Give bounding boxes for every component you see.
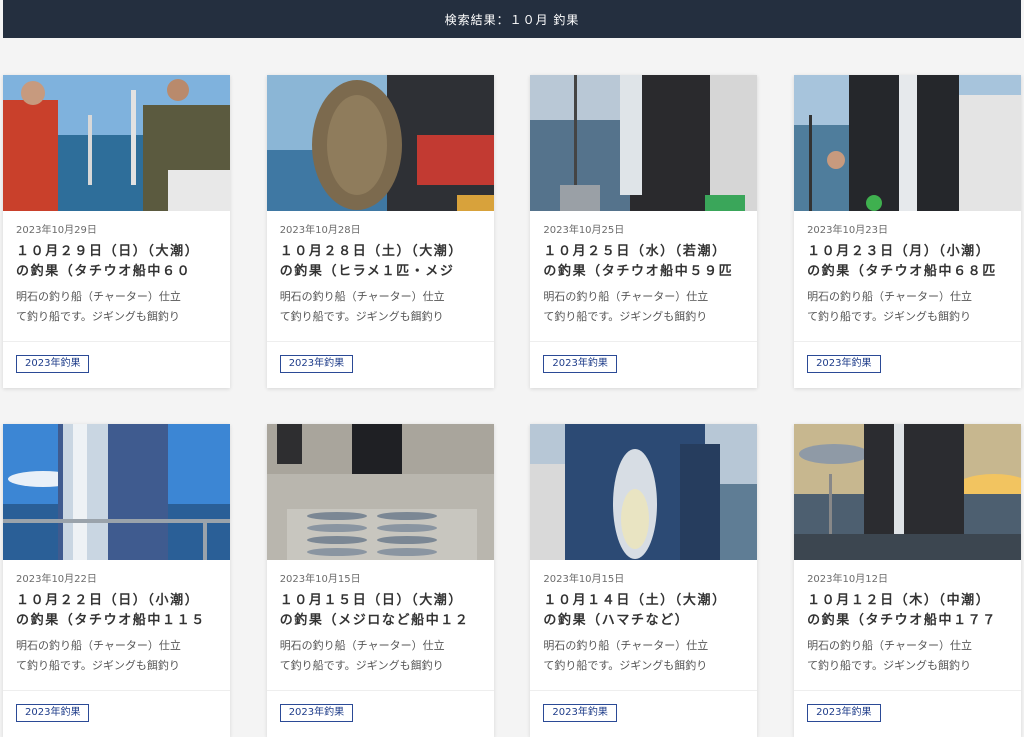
post-excerpt: 明石の釣り船（チャーター）仕立 て釣り船です。ジギングも餌釣り <box>280 287 481 327</box>
post-excerpt-line: て釣り船です。ジギングも餌釣り <box>279 310 444 323</box>
post-title-line[interactable]: １０月１４日（土）（大潮） <box>543 591 744 611</box>
post-thumbnail[interactable] <box>3 75 230 211</box>
post-title[interactable]: １０月２８日（土）（大潮） の釣果（ヒラメ１匹・メジ <box>280 242 481 282</box>
card-divider <box>530 690 758 691</box>
post-thumbnail[interactable] <box>530 424 758 560</box>
post-excerpt: 明石の釣り船（チャーター）仕立 て釣り船です。ジギングも餌釣り <box>16 287 217 327</box>
post-title-line[interactable]: の釣果（タチウオ船中５９匹 <box>543 262 744 282</box>
post-excerpt-line: て釣り船です。ジギングも餌釣り <box>807 310 971 323</box>
post-thumbnail[interactable] <box>530 75 758 211</box>
post-date: 2023年10月25日 <box>543 225 625 236</box>
post-excerpt: 明石の釣り船（チャーター）仕立 て釣り船です。ジギングも餌釣り <box>280 636 481 676</box>
post-card[interactable]: 2023年10月23日 １０月２３日（月）（小潮） の釣果（タチウオ船中６８匹 … <box>794 75 1022 388</box>
post-excerpt-line: て釣り船です。ジギングも餌釣り <box>543 310 708 323</box>
post-thumbnail[interactable] <box>266 75 494 211</box>
category-tag[interactable]: 2023年釣果 <box>16 704 90 722</box>
post-date: 2023年10月22日 <box>16 574 97 585</box>
post-title[interactable]: １０月１４日（土）（大潮） の釣果（ハマチなど） <box>543 591 744 631</box>
post-excerpt: 明石の釣り船（チャーター）仕立 て釣り船です。ジギングも餌釣り <box>807 636 1008 676</box>
post-excerpt: 明石の釣り船（チャーター）仕立 て釣り船です。ジギングも餌釣り <box>16 636 217 676</box>
category-tag[interactable]: 2023年釣果 <box>807 355 881 373</box>
post-card[interactable]: 2023年10月12日 １０月１２日（木）（中潮） の釣果（タチウオ船中１７７ … <box>794 424 1022 737</box>
card-divider <box>794 341 1022 342</box>
post-title-line[interactable]: の釣果（ヒラメ１匹・メジ <box>280 262 481 282</box>
post-excerpt: 明石の釣り船（チャーター）仕立 て釣り船です。ジギングも餌釣り <box>543 636 744 676</box>
card-divider <box>794 690 1022 691</box>
post-excerpt-line: 明石の釣り船（チャーター）仕立 <box>543 290 709 303</box>
post-excerpt-line: 明石の釣り船（チャーター）仕立 <box>807 639 972 652</box>
post-excerpt: 明石の釣り船（チャーター）仕立 て釣り船です。ジギングも餌釣り <box>543 287 744 327</box>
post-excerpt-line: 明石の釣り船（チャーター）仕立 <box>807 290 972 303</box>
post-title[interactable]: １０月１２日（木）（中潮） の釣果（タチウオ船中１７７ <box>807 591 1008 631</box>
post-thumbnail[interactable] <box>266 424 494 560</box>
post-date: 2023年10月15日 <box>279 574 361 585</box>
category-tag[interactable]: 2023年釣果 <box>543 355 617 373</box>
post-card[interactable]: 2023年10月15日 １０月１５日（日）（大潮） の釣果（メジロなど船中１２ … <box>266 424 494 737</box>
post-title-line[interactable]: の釣果（タチウオ船中１７７ <box>807 611 1008 631</box>
post-title[interactable]: １０月２３日（月）（小潮） の釣果（タチウオ船中６８匹 <box>807 242 1008 282</box>
post-excerpt-line: 明石の釣り船（チャーター）仕立 <box>279 639 445 652</box>
category-tag[interactable]: 2023年釣果 <box>543 704 617 722</box>
category-tag[interactable]: 2023年釣果 <box>16 355 90 373</box>
post-excerpt-line: 明石の釣り船（チャーター）仕立 <box>16 290 181 303</box>
post-title-line[interactable]: １０月２２日（日）（小潮） <box>16 591 217 611</box>
post-thumbnail[interactable] <box>794 424 1022 560</box>
search-results-header: 検索結果：１０月 釣果 <box>3 0 1021 38</box>
post-excerpt-line: 明石の釣り船（チャーター）仕立 <box>279 290 445 303</box>
post-title-line[interactable]: １０月２８日（土）（大潮） <box>280 242 481 262</box>
post-title[interactable]: １０月２９日（日）（大潮） の釣果（タチウオ船中６０ <box>16 242 217 282</box>
post-card[interactable]: 2023年10月28日 １０月２８日（土）（大潮） の釣果（ヒラメ１匹・メジ 明… <box>266 75 494 388</box>
post-title-line[interactable]: の釣果（タチウオ船中６８匹 <box>807 262 1008 282</box>
post-grid: 2023年10月29日 １０月２９日（日）（大潮） の釣果（タチウオ船中６０ 明… <box>3 75 1022 737</box>
post-title-line[interactable]: の釣果（ハマチなど） <box>543 611 744 631</box>
post-card[interactable]: 2023年10月25日 １０月２５日（水）（若潮） の釣果（タチウオ船中５９匹 … <box>530 75 758 388</box>
post-excerpt-line: 明石の釣り船（チャーター）仕立 <box>16 639 181 652</box>
post-excerpt: 明石の釣り船（チャーター）仕立 て釣り船です。ジギングも餌釣り <box>807 287 1008 327</box>
card-divider <box>530 341 758 342</box>
card-divider <box>266 341 494 342</box>
post-card[interactable]: 2023年10月22日 １０月２２日（日）（小潮） の釣果（タチウオ船中１１５ … <box>3 424 230 737</box>
post-excerpt-line: て釣り船です。ジギングも餌釣り <box>807 659 971 672</box>
post-title-line[interactable]: の釣果（タチウオ船中６０ <box>16 262 217 282</box>
post-title-line[interactable]: １０月２５日（水）（若潮） <box>543 242 744 262</box>
post-title-line[interactable]: １０月１５日（日）（大潮） <box>280 591 481 611</box>
category-tag[interactable]: 2023年釣果 <box>807 704 881 722</box>
post-title-line[interactable]: １０月２９日（日）（大潮） <box>16 242 217 262</box>
post-excerpt-line: て釣り船です。ジギングも餌釣り <box>279 659 444 672</box>
post-title-line[interactable]: １０月２３日（月）（小潮） <box>807 242 1008 262</box>
post-title[interactable]: １０月２５日（水）（若潮） の釣果（タチウオ船中５９匹 <box>543 242 744 282</box>
category-tag[interactable]: 2023年釣果 <box>279 704 354 722</box>
post-date: 2023年10月23日 <box>807 225 888 236</box>
post-title-line[interactable]: １０月１２日（木）（中潮） <box>807 591 1008 611</box>
post-date: 2023年10月29日 <box>16 225 97 236</box>
post-card[interactable]: 2023年10月15日 １０月１４日（土）（大潮） の釣果（ハマチなど） 明石の… <box>530 424 758 737</box>
card-divider <box>3 341 230 342</box>
post-excerpt-line: て釣り船です。ジギングも餌釣り <box>16 310 180 323</box>
category-tag[interactable]: 2023年釣果 <box>279 355 354 373</box>
post-title[interactable]: １０月２２日（日）（小潮） の釣果（タチウオ船中１１５ <box>16 591 217 631</box>
post-excerpt-line: て釣り船です。ジギングも餌釣り <box>16 659 180 672</box>
post-excerpt-line: 明石の釣り船（チャーター）仕立 <box>543 639 709 652</box>
post-title[interactable]: １０月１５日（日）（大潮） の釣果（メジロなど船中１２ <box>280 591 481 631</box>
card-divider <box>266 690 494 691</box>
post-thumbnail[interactable] <box>794 75 1022 211</box>
card-divider <box>3 690 230 691</box>
post-excerpt-line: て釣り船です。ジギングも餌釣り <box>543 659 708 672</box>
search-results-title: 検索結果：１０月 釣果 <box>444 12 580 27</box>
post-date: 2023年10月12日 <box>807 574 888 585</box>
post-title-line[interactable]: の釣果（タチウオ船中１１５ <box>16 611 217 631</box>
post-card[interactable]: 2023年10月29日 １０月２９日（日）（大潮） の釣果（タチウオ船中６０ 明… <box>3 75 230 388</box>
post-date: 2023年10月28日 <box>279 225 361 236</box>
post-date: 2023年10月15日 <box>543 574 625 585</box>
post-title-line[interactable]: の釣果（メジロなど船中１２ <box>280 611 481 631</box>
post-thumbnail[interactable] <box>3 424 230 560</box>
